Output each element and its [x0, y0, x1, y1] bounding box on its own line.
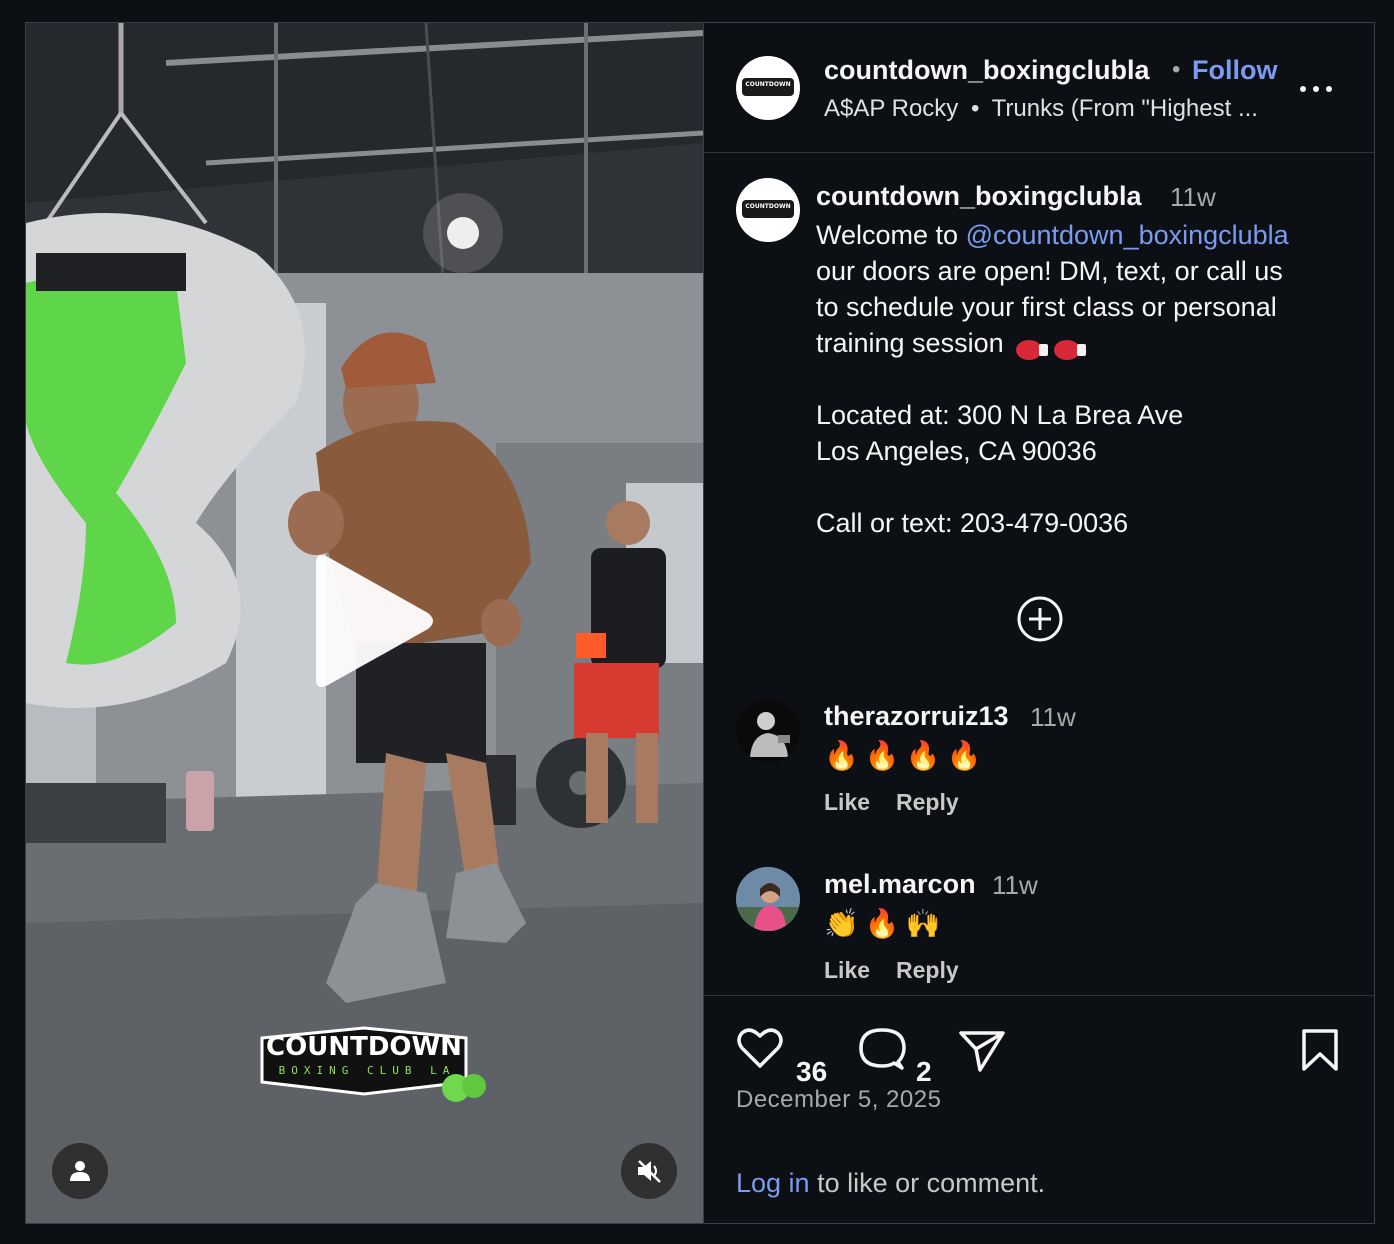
caption-line: Los Angeles, CA 90036: [816, 436, 1097, 466]
caption-timestamp[interactable]: 11w: [1170, 182, 1216, 213]
comment-button[interactable]: [858, 1026, 906, 1077]
more-icon-dot: [1313, 86, 1319, 92]
caption-line: Call or text: 203-479-0036: [816, 508, 1129, 538]
watermark-subtitle: BOXING CLUB LA: [278, 1064, 456, 1077]
comment-username[interactable]: therazorruiz13: [824, 701, 1009, 732]
save-button[interactable]: [1300, 1028, 1340, 1077]
caption-line: our doors are open! DM, text, or call us: [816, 256, 1283, 286]
brand-watermark: COUNTDOWN BOXING CLUB LA: [256, 1026, 486, 1106]
post-side-panel: COUNTDOWN countdown_boxingclubla • Follo…: [703, 23, 1374, 1223]
header-username[interactable]: countdown_boxingclubla: [824, 55, 1150, 86]
comment-item: mel.marcon 11w 👏🔥🙌 Like Reply: [704, 867, 1374, 987]
like-button[interactable]: [736, 1026, 784, 1075]
play-button[interactable]: [306, 551, 436, 691]
more-options-button[interactable]: [1300, 77, 1336, 101]
caption-line: to schedule your first class or personal: [816, 292, 1277, 322]
muted-speaker-icon: [638, 1160, 661, 1183]
post-date[interactable]: December 5, 2025: [736, 1086, 941, 1114]
comment-count[interactable]: 2: [916, 1056, 932, 1088]
comment-reply-button[interactable]: Reply: [896, 957, 959, 984]
more-icon: [1300, 86, 1306, 92]
more-icon-dot: [1326, 86, 1332, 92]
login-link[interactable]: Log in: [736, 1168, 810, 1198]
caption-text: Welcome to @countdown_boxingclubla our d…: [816, 217, 1346, 541]
comment-like-button[interactable]: Like: [824, 957, 870, 984]
caption-line: training session: [816, 328, 1004, 358]
bookmark-icon: [1302, 1029, 1338, 1071]
audio-title: Trunks (From "Highest ...: [991, 95, 1258, 122]
audio-separator: •: [970, 95, 980, 122]
watermark-title: COUNTDOWN: [266, 1032, 462, 1062]
caption-username[interactable]: countdown_boxingclubla: [816, 181, 1142, 212]
tagged-users-button[interactable]: [52, 1143, 108, 1199]
account-avatar[interactable]: COUNTDOWN: [736, 56, 800, 120]
boxing-glove-icon: [1015, 334, 1049, 360]
user-icon: [70, 1161, 90, 1181]
login-prompt: Log in to like or comment.: [736, 1168, 1045, 1199]
boxing-glove-icon: [1053, 334, 1087, 360]
comment-text: 👏🔥🙌: [824, 908, 947, 939]
comment-like-button[interactable]: Like: [824, 789, 870, 816]
header-separator: •: [1172, 56, 1181, 83]
comment-text: 🔥🔥🔥🔥: [824, 740, 988, 771]
post-dialog: COUNTDOWN BOXING CLUB LA COUNTDOWN count…: [25, 22, 1375, 1224]
like-count[interactable]: 36: [796, 1056, 827, 1088]
plus-circle-icon: [1017, 596, 1063, 642]
caption-line: Located at: 300 N La Brea Ave: [816, 400, 1184, 430]
comment-avatar[interactable]: [736, 699, 800, 763]
avatar-logo-text: COUNTDOWN: [745, 81, 791, 88]
comment-icon: [859, 1028, 906, 1070]
comment-avatar[interactable]: [736, 867, 800, 931]
audio-artist: A$AP Rocky: [824, 95, 959, 122]
play-icon: [316, 555, 433, 687]
comment-reply-button[interactable]: Reply: [896, 789, 959, 816]
caption-avatar-logo-text: COUNTDOWN: [745, 203, 791, 210]
mute-button[interactable]: [621, 1143, 677, 1199]
caption-line: Welcome to: [816, 220, 966, 250]
video-player[interactable]: COUNTDOWN BOXING CLUB LA: [26, 23, 703, 1223]
comment-timestamp[interactable]: 11w: [1030, 702, 1076, 733]
post-header: COUNTDOWN countdown_boxingclubla • Follo…: [704, 23, 1374, 153]
caption-mention-link[interactable]: @countdown_boxingclubla: [966, 220, 1289, 250]
share-button[interactable]: [958, 1028, 1006, 1077]
post-actions: 36 2 December 5, 2025 Log in to like or …: [704, 995, 1374, 1223]
comment-timestamp[interactable]: 11w: [992, 870, 1038, 901]
comment-username[interactable]: mel.marcon: [824, 869, 976, 900]
heart-icon: [737, 1028, 783, 1068]
follow-button[interactable]: Follow: [1192, 55, 1277, 86]
load-more-comments-button[interactable]: [1016, 595, 1064, 643]
login-prompt-text: to like or comment.: [809, 1168, 1046, 1198]
caption-avatar[interactable]: COUNTDOWN: [736, 178, 800, 242]
audio-track[interactable]: A$AP Rocky • Trunks (From "Highest ...: [824, 95, 1258, 123]
comment-item: therazorruiz13 11w 🔥🔥🔥🔥 Like Reply: [704, 699, 1374, 819]
share-icon: [959, 1031, 1005, 1072]
